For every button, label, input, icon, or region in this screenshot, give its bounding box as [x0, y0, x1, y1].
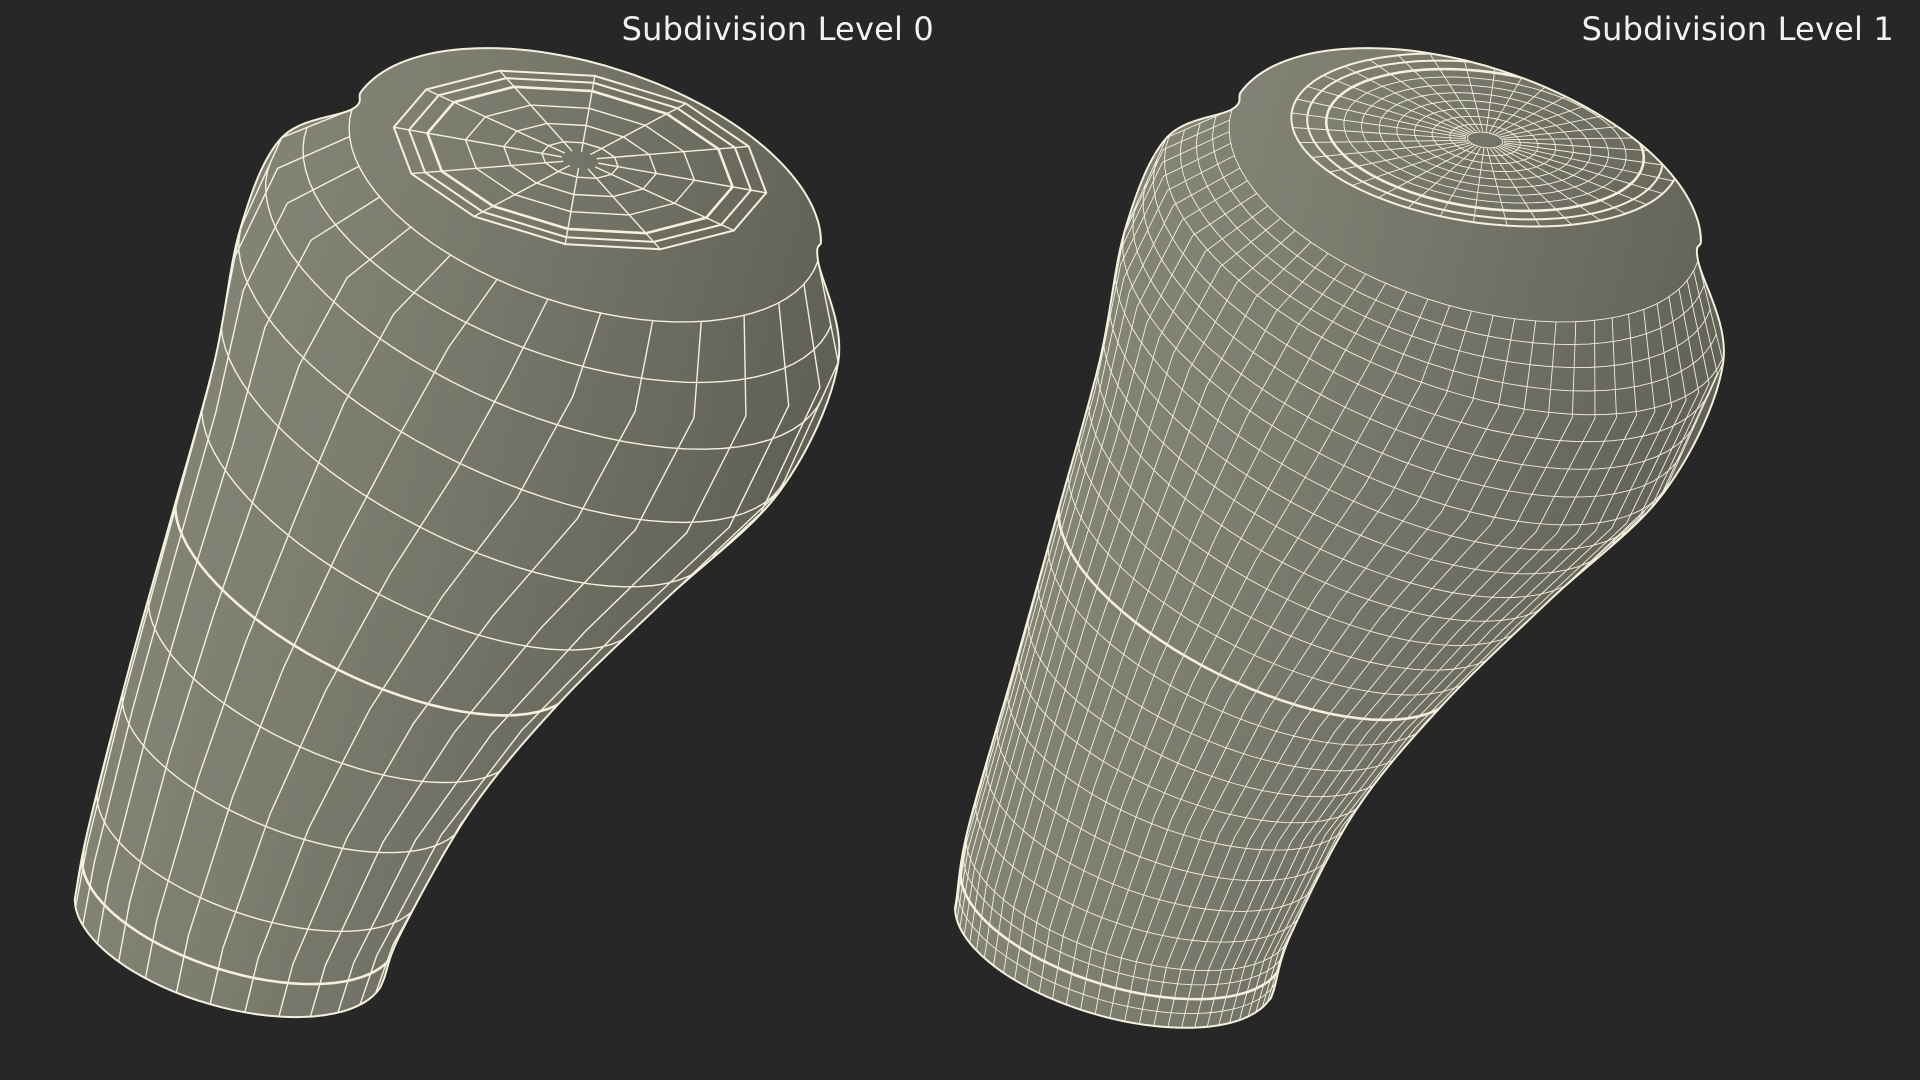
viewport-label-right: Subdivision Level 1 [1581, 10, 1894, 48]
knob-model-level-1 [953, 47, 1725, 1029]
knob-surface [954, 48, 1724, 1028]
render-canvas: Subdivision Level 0 Subdivision Level 1 [0, 0, 1920, 1080]
viewport-label-left: Subdivision Level 0 [621, 10, 934, 48]
knob-model-level-0 [73, 47, 841, 1019]
gear-knob-renders [73, 47, 1725, 1029]
